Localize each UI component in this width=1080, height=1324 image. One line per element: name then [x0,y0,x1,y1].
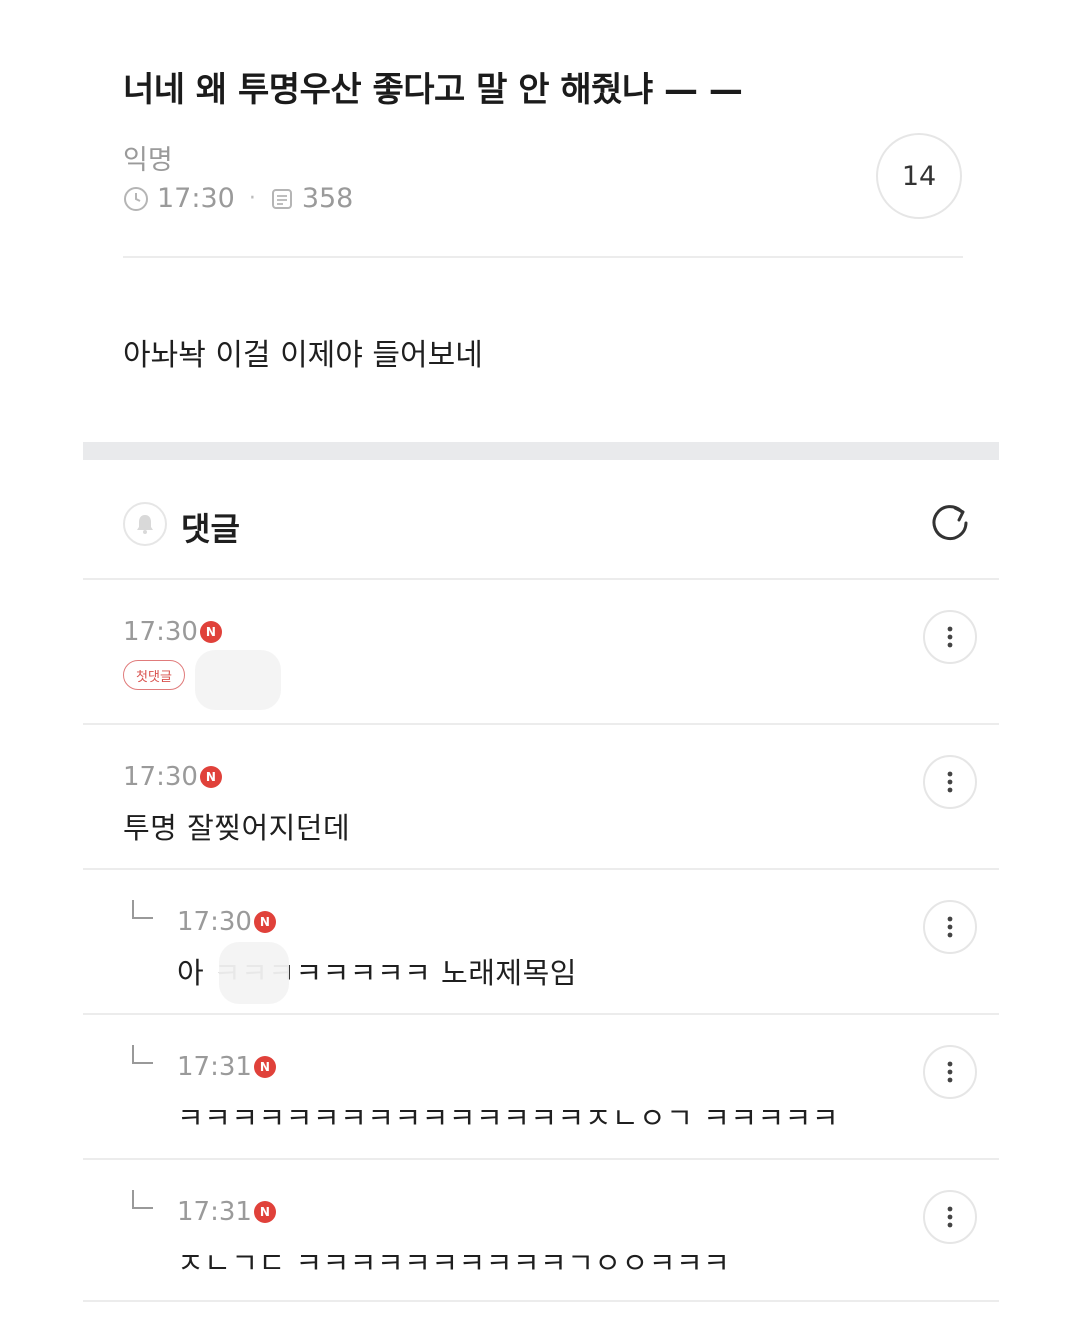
comment-time-row: 17:31 N [177,1052,276,1082]
new-badge: N [199,621,222,643]
post-author: 익명 [123,145,173,176]
comment-time: 17:31 [177,1197,252,1227]
more-vertical-icon[interactable] [923,755,977,809]
comment-item: 17:30 N 첫댓글 [83,580,999,725]
redacted-content [219,942,289,1004]
comment-time-row: 17:30 N [177,907,276,937]
post-title: 너네 왜 투명우산 좋다고 말 안 해줬냐 — — [123,70,743,110]
document-icon [270,187,294,211]
more-vertical-icon[interactable] [923,900,977,954]
new-badge: N [253,1056,276,1078]
bell-icon[interactable] [123,502,167,546]
comment-count-badge[interactable]: 14 [876,133,962,219]
section-separator [83,442,999,460]
divider [83,1300,999,1302]
comments-header: 댓글 [83,460,999,578]
redacted-content [195,650,281,710]
comment-text: ㅈㄴㄱㄷ ㅋㅋㅋㅋㅋㅋㅋㅋㅋㅋㄱㅇㅇㅋㅋㅋ [177,1246,731,1280]
comment-time: 17:30 [123,762,198,792]
post-views: 358 [301,183,354,214]
reply-arrow-icon [129,898,155,928]
comment-item: 17:30 N 투명 잘찢어지던데 [83,725,999,870]
reply-arrow-icon [129,1043,155,1073]
comments-label: 댓글 [181,510,240,548]
comment-time: 17:31 [177,1052,252,1082]
reply-item: 17:31 N ㅈㄴㄱㄷ ㅋㅋㅋㅋㅋㅋㅋㅋㅋㅋㄱㅇㅇㅋㅋㅋ [83,1160,999,1305]
more-vertical-icon[interactable] [923,610,977,664]
comment-text: 투명 잘찢어지던데 [123,811,351,845]
new-badge: N [253,1201,276,1223]
comment-time: 17:30 [177,907,252,937]
new-badge: N [199,766,222,788]
comment-text: ㅋㅋㅋㅋㅋㅋㅋㅋㅋㅋㅋㅋㅋㅋㅋㅈㄴㅇㄱ ㅋㅋㅋㅋㅋ [177,1101,840,1135]
post-time: 17:30 [157,183,235,214]
comment-time-row: 17:31 N [177,1197,276,1227]
reply-item: 17:31 N ㅋㅋㅋㅋㅋㅋㅋㅋㅋㅋㅋㅋㅋㅋㅋㅈㄴㅇㄱ ㅋㅋㅋㅋㅋ [83,1015,999,1160]
reply-item: 17:30 N 아 ㅋㅋㅋㅋㅋㅋㅋㅋ 노래제목임 [83,870,999,1015]
more-vertical-icon[interactable] [923,1045,977,1099]
comment-time: 17:30 [123,617,198,647]
refresh-icon[interactable] [925,498,975,548]
reply-arrow-icon [129,1188,155,1218]
comment-time-row: 17:30 N [123,762,222,792]
comment-time-row: 17:30 N [123,617,222,647]
post-body: 아놔놕 이걸 이제야 들어보네 [123,338,483,373]
divider [123,256,963,258]
first-comment-badge: 첫댓글 [123,660,185,690]
new-badge: N [253,911,276,933]
more-vertical-icon[interactable] [923,1190,977,1244]
clock-icon [123,186,149,212]
post-meta: 17:30 · 358 [123,183,353,214]
